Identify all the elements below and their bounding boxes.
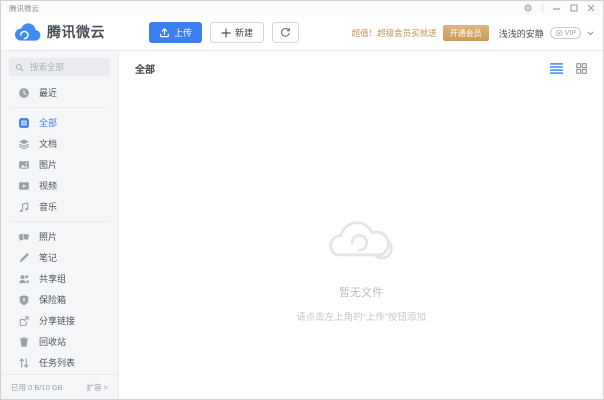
app-logo: 腾讯微云 — [12, 22, 105, 42]
music-icon — [18, 201, 30, 213]
chevron-down-icon[interactable] — [587, 31, 594, 36]
list-view-icon[interactable] — [550, 63, 563, 74]
people-icon — [18, 273, 30, 285]
shield-icon — [18, 294, 30, 306]
new-button-label: 新建 — [235, 28, 254, 38]
close-button[interactable] — [587, 4, 595, 12]
sidebar-item-recycle-bin[interactable]: 回收站 — [1, 331, 118, 352]
all-files-icon — [18, 117, 30, 129]
cloud-logo-icon — [12, 22, 42, 42]
expand-storage-link[interactable]: 扩容 > — [87, 382, 108, 393]
refresh-button[interactable] — [272, 22, 300, 43]
image-icon — [18, 159, 30, 171]
sidebar-item-notes[interactable]: 笔记 — [1, 247, 118, 268]
vip-circle-icon — [555, 29, 563, 37]
empty-state: 暂无文件 请点击左上角的“上传”按钮添加 — [119, 206, 603, 323]
storage-bar: 已用 0 B/10 GB 扩容 > — [1, 374, 118, 399]
refresh-icon — [280, 27, 291, 38]
sort-icon — [18, 357, 30, 369]
view-toggles — [550, 63, 587, 74]
empty-cloud-icon — [319, 206, 403, 268]
upload-button[interactable]: 上传 — [149, 22, 203, 43]
share-link-icon — [18, 315, 30, 327]
new-button[interactable]: 新建 — [210, 22, 265, 43]
sidebar-item-safebox[interactable]: 保险箱 — [1, 289, 118, 310]
content-title: 全部 — [135, 65, 155, 76]
window-controls — [523, 3, 595, 13]
sidebar-nav: 最近 全部 文档 图片 视频 音乐 照片 笔记 共享组 保险箱 分享链接 回收站… — [1, 80, 118, 373]
sidebar-item-share-links[interactable]: 分享链接 — [1, 310, 118, 331]
settings-gear-icon[interactable] — [523, 3, 533, 13]
plus-icon — [221, 27, 231, 38]
grid-view-icon[interactable] — [576, 63, 587, 74]
sidebar-divider — [11, 221, 108, 222]
divider — [542, 4, 543, 12]
app-window: 腾讯微云 腾讯微云 上传 新建 超值！超级会员买就送 开通会员 浅浅的安静 VI… — [0, 0, 604, 400]
video-icon — [18, 180, 30, 192]
empty-state-title: 暂无文件 — [339, 287, 383, 299]
sidebar-item-share-group[interactable]: 共享组 — [1, 268, 118, 289]
photos-icon — [18, 231, 30, 243]
username[interactable]: 浅浅的安静 — [499, 27, 544, 40]
maximize-button[interactable] — [570, 4, 578, 12]
account-area: 超值！超级会员买就送 开通会员 浅浅的安静 VIP — [352, 15, 594, 51]
vip-badge[interactable]: VIP — [549, 27, 581, 39]
search-input[interactable] — [28, 61, 104, 73]
search-box — [9, 58, 110, 76]
sidebar-item-all[interactable]: 全部 — [1, 112, 118, 133]
upload-icon — [159, 27, 170, 38]
vip-badge-label: VIP — [564, 29, 576, 37]
open-membership-button[interactable]: 开通会员 — [442, 25, 489, 41]
upload-button-label: 上传 — [174, 28, 193, 38]
search-icon — [15, 63, 24, 72]
trash-icon — [18, 336, 30, 348]
sidebar-item-pictures[interactable]: 图片 — [1, 154, 118, 175]
toolbar: 上传 新建 — [149, 22, 300, 43]
storage-used-text: 已用 0 B/10 GB — [11, 383, 63, 392]
sidebar-item-videos[interactable]: 视频 — [1, 175, 118, 196]
app-body: 最近 全部 文档 图片 视频 音乐 照片 笔记 共享组 保险箱 分享链接 回收站… — [1, 51, 603, 399]
empty-state-hint: 请点击左上角的“上传”按钮添加 — [296, 312, 426, 323]
sidebar-item-task-list[interactable]: 任务列表 — [1, 352, 118, 373]
minimize-button[interactable] — [552, 4, 561, 13]
sidebar-item-recent[interactable]: 最近 — [1, 82, 118, 103]
promo-text[interactable]: 超值！超级会员买就送 — [352, 27, 437, 39]
content-header: 全部 — [119, 51, 603, 76]
sidebar-divider — [11, 107, 108, 108]
topbar: 腾讯微云 上传 新建 超值！超级会员买就送 开通会员 浅浅的安静 VIP — [1, 15, 603, 51]
window-title: 腾讯微云 — [9, 3, 39, 13]
sidebar-item-photos[interactable]: 照片 — [1, 226, 118, 247]
main-content: 全部 暂无文件 请点击左上角的“上传”按钮添加 — [119, 51, 603, 399]
titlebar: 腾讯微云 — [1, 1, 603, 15]
pen-icon — [18, 252, 30, 264]
logo-text: 腾讯微云 — [47, 24, 105, 40]
layers-icon — [18, 138, 30, 150]
sidebar: 最近 全部 文档 图片 视频 音乐 照片 笔记 共享组 保险箱 分享链接 回收站… — [1, 51, 119, 399]
sidebar-item-music[interactable]: 音乐 — [1, 196, 118, 217]
clock-icon — [18, 87, 30, 99]
sidebar-item-docs[interactable]: 文档 — [1, 133, 118, 154]
